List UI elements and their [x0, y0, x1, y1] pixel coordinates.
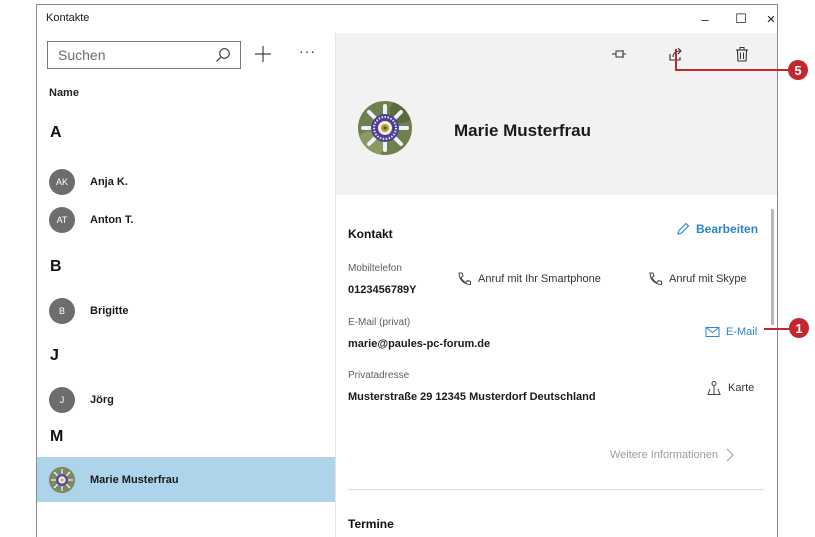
avatar: B [49, 298, 75, 324]
search-box[interactable] [47, 41, 241, 69]
edit-button[interactable]: Bearbeiten [676, 222, 758, 236]
scrollbar[interactable] [771, 209, 774, 325]
flower-photo-icon [358, 101, 412, 155]
pin-icon [612, 50, 626, 58]
email-value: marie@paules-pc-forum.de [348, 338, 491, 350]
delete-button[interactable] [729, 41, 755, 67]
window-title: Kontakte [46, 12, 90, 24]
phone-label: Mobiltelefon [348, 263, 402, 274]
contact-item-brigitte[interactable]: B Brigitte [37, 290, 335, 332]
contact-item-joerg[interactable]: J Jörg [37, 379, 335, 421]
map-label: Karte [728, 382, 755, 394]
group-letter-m: M [50, 428, 64, 445]
more-info-link[interactable]: Weitere Informationen [610, 448, 736, 462]
section-title-appointments: Termine [348, 517, 394, 531]
close-button[interactable]: × [753, 5, 777, 33]
map-pin-icon [707, 381, 721, 395]
contact-full-name: Marie Musterfrau [454, 121, 591, 140]
contact-name: Brigitte [90, 305, 129, 317]
more-options-button[interactable]: ··· [299, 43, 323, 63]
contact-item-marie[interactable]: Marie Musterfrau [37, 457, 335, 502]
contact-detail-pane: Marie Musterfrau Kontakt Bearbeiten Mobi… [335, 33, 777, 537]
contacts-window: Kontakte – ☐ × ··· Name A AK Anja K. AT … [36, 4, 778, 537]
callout-line [675, 69, 789, 71]
callout-line [764, 328, 790, 330]
contact-header: Marie Musterfrau [336, 33, 777, 195]
call-smartphone-label: Anruf mit Ihr Smartphone [478, 273, 601, 285]
call-skype-label: Anruf mit Skype [669, 273, 747, 285]
title-bar: Kontakte – ☐ × [37, 5, 777, 33]
plus-icon [255, 46, 271, 62]
avatar: AT [49, 207, 75, 233]
contact-name: Anton T. [90, 214, 134, 226]
address-label: Privatadresse [348, 370, 410, 381]
group-letter-j: J [50, 347, 59, 364]
call-smartphone-button[interactable]: Anruf mit Ihr Smartphone [456, 271, 601, 287]
pencil-icon [677, 222, 690, 235]
contact-photo[interactable] [358, 101, 412, 155]
minimize-button[interactable]: – [687, 5, 723, 33]
edit-label: Bearbeiten [696, 222, 759, 236]
section-title-contact: Kontakt [348, 227, 393, 241]
group-letter-a: A [50, 124, 62, 141]
search-input[interactable] [48, 42, 208, 68]
email-label: E-Mail (privat) [348, 317, 411, 328]
email-action-label: E-Mail [726, 326, 758, 338]
contact-item-anton[interactable]: AT Anton T. [37, 199, 335, 241]
pin-button[interactable] [606, 41, 632, 67]
map-button[interactable]: Karte [706, 380, 754, 396]
add-contact-button[interactable] [250, 41, 276, 67]
address-value: Musterstraße 29 12345 Musterdorf Deutsch… [348, 391, 596, 403]
avatar [49, 466, 75, 493]
sort-header: Name [49, 87, 79, 99]
contact-name: Marie Musterfrau [90, 473, 179, 486]
contact-name: Jörg [90, 394, 114, 406]
trash-icon [736, 47, 748, 62]
phone-icon [649, 272, 662, 286]
callout-badge-share: 5 [788, 60, 808, 80]
contact-item-anja[interactable]: AK Anja K. [37, 161, 335, 203]
callout-line [675, 49, 677, 71]
contact-name: Anja K. [90, 176, 128, 188]
email-button[interactable]: E-Mail [705, 326, 757, 338]
avatar: J [49, 387, 75, 413]
avatar: AK [49, 169, 75, 195]
phone-value: 0123456789Y [348, 284, 417, 296]
search-icon[interactable] [214, 46, 232, 69]
call-skype-button[interactable]: Anruf mit Skype [647, 271, 747, 287]
flower-photo-icon [49, 466, 75, 493]
more-info-label: Weitere Informationen [610, 449, 719, 461]
chevron-right-icon [726, 448, 734, 462]
section-divider [348, 489, 764, 490]
contact-list-pane: ··· Name A AK Anja K. AT Anton T. B B Br… [37, 33, 335, 537]
callout-badge-email: 1 [789, 318, 809, 338]
group-letter-b: B [50, 258, 62, 275]
mail-icon [705, 327, 720, 337]
phone-icon [458, 272, 471, 286]
